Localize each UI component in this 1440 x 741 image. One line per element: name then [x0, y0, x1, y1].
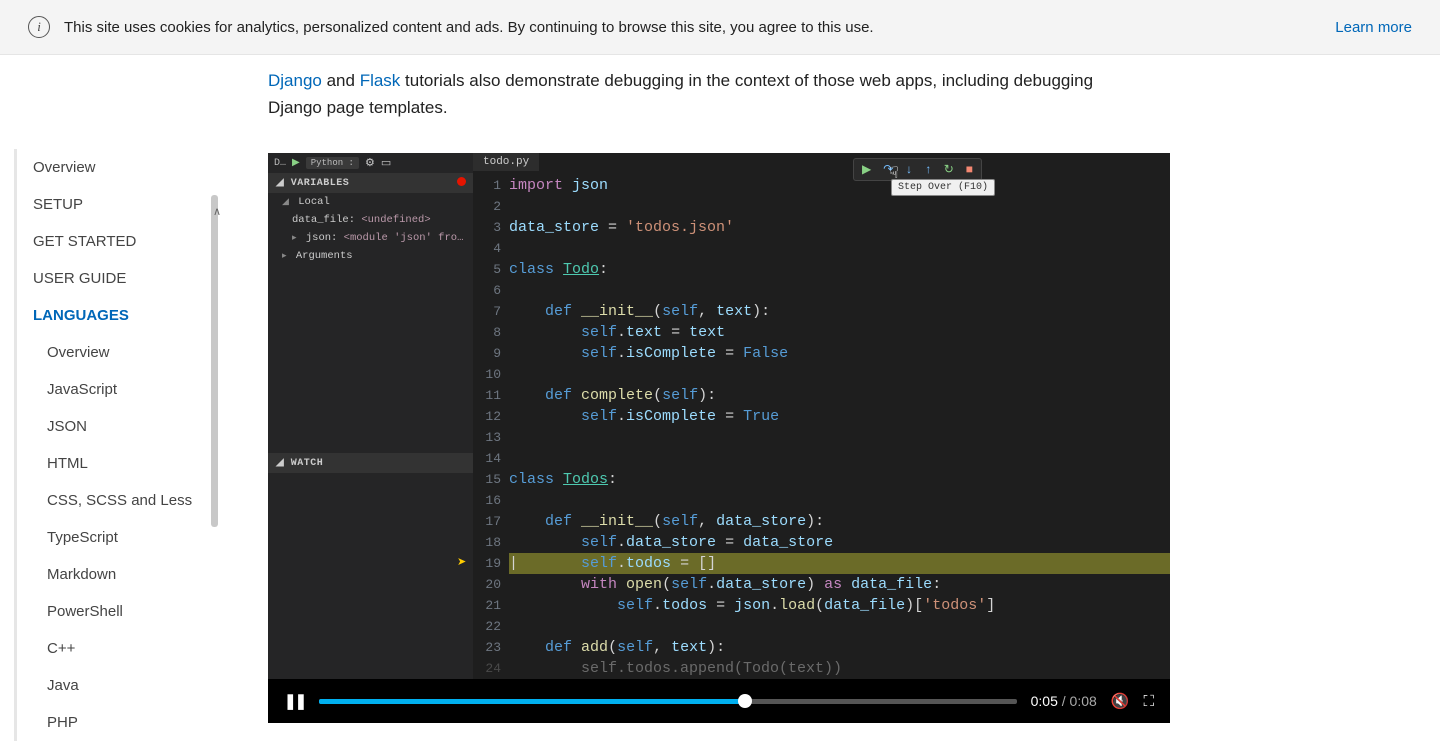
nav-lang-powershell[interactable]: PowerShell: [47, 593, 218, 630]
step-out-icon[interactable]: ↑: [925, 163, 932, 177]
nav-setup[interactable]: SETUP: [33, 186, 218, 223]
line-gutter: ➤ 12345678910111213141516171819202122232…: [473, 171, 509, 679]
flask-link[interactable]: Flask: [360, 71, 401, 90]
nav-user-guide[interactable]: USER GUIDE: [33, 260, 218, 297]
intro-paragraph: Django and Flask tutorials also demonstr…: [268, 67, 1148, 121]
arguments-scope: ▸ Arguments: [268, 247, 473, 265]
video-time: 0:05 / 0:08: [1031, 693, 1097, 709]
nav-lang-css[interactable]: CSS, SCSS and Less: [47, 482, 218, 519]
fullscreen-icon[interactable]: ⛶: [1143, 693, 1154, 710]
local-scope: ◢ Local: [268, 193, 473, 211]
gear-icon: ⚙: [365, 156, 375, 170]
mute-icon[interactable]: 🔇: [1111, 692, 1130, 710]
nav-lang-json[interactable]: JSON: [47, 408, 218, 445]
nav-lang-javascript[interactable]: JavaScript: [47, 371, 218, 408]
info-icon: i: [28, 16, 50, 38]
current-line-icon: ➤: [457, 555, 466, 569]
video-player[interactable]: D… ▶ Python : ⚙ ▭ ◢ VARIABLES ◢ Local da…: [268, 153, 1170, 723]
nav-lang-html[interactable]: HTML: [47, 445, 218, 482]
django-link[interactable]: Django: [268, 71, 322, 90]
cookie-text: This site uses cookies for analytics, pe…: [64, 19, 874, 36]
step-into-icon[interactable]: ↓: [905, 163, 912, 177]
debug-label: D…: [274, 158, 286, 169]
debug-toolbar: ▶ ↷ ↓ ↑ ↻ ■: [853, 158, 982, 181]
debug-sidebar: D… ▶ Python : ⚙ ▭ ◢ VARIABLES ◢ Local da…: [268, 153, 473, 679]
learn-more-link[interactable]: Learn more: [1335, 19, 1412, 36]
config-chip: Python :: [306, 157, 359, 169]
progress-knob[interactable]: [738, 694, 752, 708]
restart-icon[interactable]: ↻: [944, 162, 954, 177]
watch-header: ◢ WATCH: [268, 453, 473, 473]
cookie-banner: i This site uses cookies for analytics, …: [0, 0, 1440, 55]
debug-tooltip: Step Over (F10): [891, 179, 995, 196]
stop-icon[interactable]: ■: [966, 163, 973, 177]
video-controls: ❚❚ 0:05 / 0:08 🔇 ⛶: [268, 679, 1170, 723]
sidebar: ∧ Overview SETUP GET STARTED USER GUIDE …: [0, 55, 228, 741]
scroll-up-icon[interactable]: ∧: [213, 205, 221, 218]
main-content: Django and Flask tutorials also demonstr…: [228, 55, 1188, 741]
nav-overview[interactable]: Overview: [33, 149, 218, 186]
nav-lang-markdown[interactable]: Markdown: [47, 556, 218, 593]
nav-lang-overview[interactable]: Overview: [47, 334, 218, 371]
variables-header: ◢ VARIABLES: [268, 173, 473, 193]
play-icon: ▶: [292, 157, 300, 169]
nav-get-started[interactable]: GET STARTED: [33, 223, 218, 260]
nav-lang-php[interactable]: PHP: [47, 704, 218, 741]
nav-lang-java[interactable]: Java: [47, 667, 218, 704]
code-body: import json data_store = 'todos.json' cl…: [509, 171, 1170, 679]
pause-button[interactable]: ❚❚: [284, 692, 305, 710]
var-json: ▸ json: <module 'json' fro…: [268, 229, 473, 247]
nav-languages[interactable]: LANGUAGES: [33, 297, 218, 334]
editor: todo.py ▶ ↷ ↓ ↑ ↻ ■ Step Over (F10) ☟: [473, 153, 1170, 679]
var-data-file: data_file: <undefined>: [268, 211, 473, 229]
vscode-screenshot: D… ▶ Python : ⚙ ▭ ◢ VARIABLES ◢ Local da…: [268, 153, 1170, 679]
console-icon: ▭: [381, 156, 391, 170]
editor-tab: todo.py: [473, 153, 539, 171]
continue-icon[interactable]: ▶: [862, 162, 871, 177]
cursor-icon: ☟: [889, 163, 899, 183]
nav-lang-typescript[interactable]: TypeScript: [47, 519, 218, 556]
progress-bar[interactable]: [319, 699, 1016, 704]
nav-lang-cpp[interactable]: C++: [47, 630, 218, 667]
